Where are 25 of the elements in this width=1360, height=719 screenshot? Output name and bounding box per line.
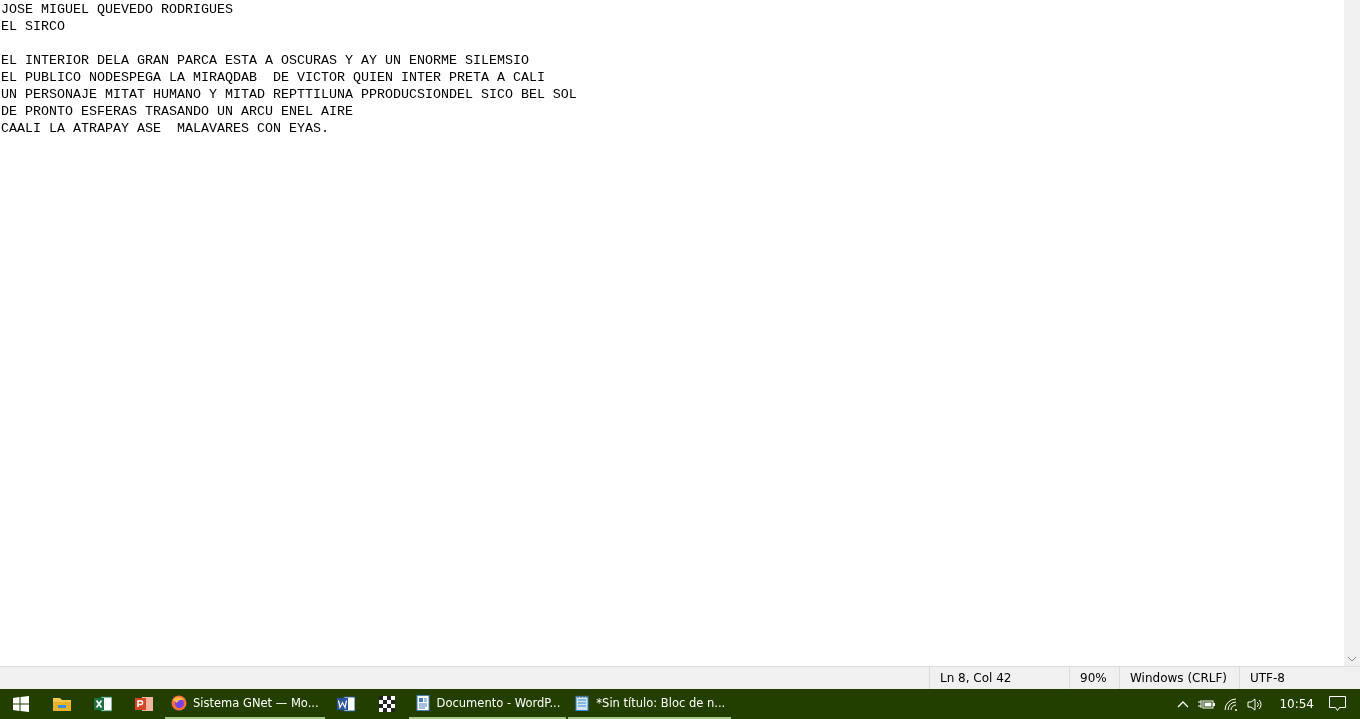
windows-logo-icon — [12, 696, 29, 712]
text-line: JOSE MIGUEL QUEVEDO RODRIGUES — [1, 1, 233, 18]
chevron-up-icon[interactable] — [1177, 700, 1190, 708]
text-line: CAALI LA ATRAPAY ASE MALAVARES CON EYAS. — [1, 120, 329, 137]
presentation-icon — [134, 696, 153, 712]
taskbar-button[interactable]: Sistema GNet — Mo... — [165, 689, 325, 719]
taskbar-button[interactable]: *Sin título: Bloc de n... — [568, 689, 732, 719]
document-icon — [337, 696, 356, 712]
text-line: EL INTERIOR DELA GRAN PARCA ESTA A OSCURAS Y AY UN ENORME SILEMSIO — [1, 52, 529, 69]
document-icon — [414, 695, 431, 711]
text-line: EL PUBLICO NODESPEGA LA MIRAQDAB DE VICTOR QUIEN INTER PRETA A CALI — [1, 69, 545, 86]
text-line: EL SIRCO — [1, 18, 65, 35]
wifi-icon[interactable] — [1224, 697, 1239, 711]
text-line: DE PRONTO ESFERAS TRASANDO UN ARCU ENEL AIRE — [1, 103, 353, 120]
taskbar-button[interactable]: Documento - WordP... — [408, 689, 567, 719]
notification-icon[interactable] — [1329, 696, 1346, 712]
spreadsheet-icon — [93, 696, 112, 712]
notepad-icon — [574, 695, 591, 711]
clock[interactable]: 10:54 — [1279, 697, 1314, 711]
speaker-icon[interactable] — [1247, 697, 1265, 711]
fox-globe-icon — [171, 695, 187, 711]
folder-icon — [52, 696, 71, 712]
text-line: UN PERSONAJE MITAT HUMANO Y MITAD REPTTILUNA PPRODUCSIONDEL SICO BEL SOL — [1, 86, 577, 103]
battery-icon[interactable] — [1198, 698, 1216, 710]
checkered-icon — [379, 696, 396, 712]
